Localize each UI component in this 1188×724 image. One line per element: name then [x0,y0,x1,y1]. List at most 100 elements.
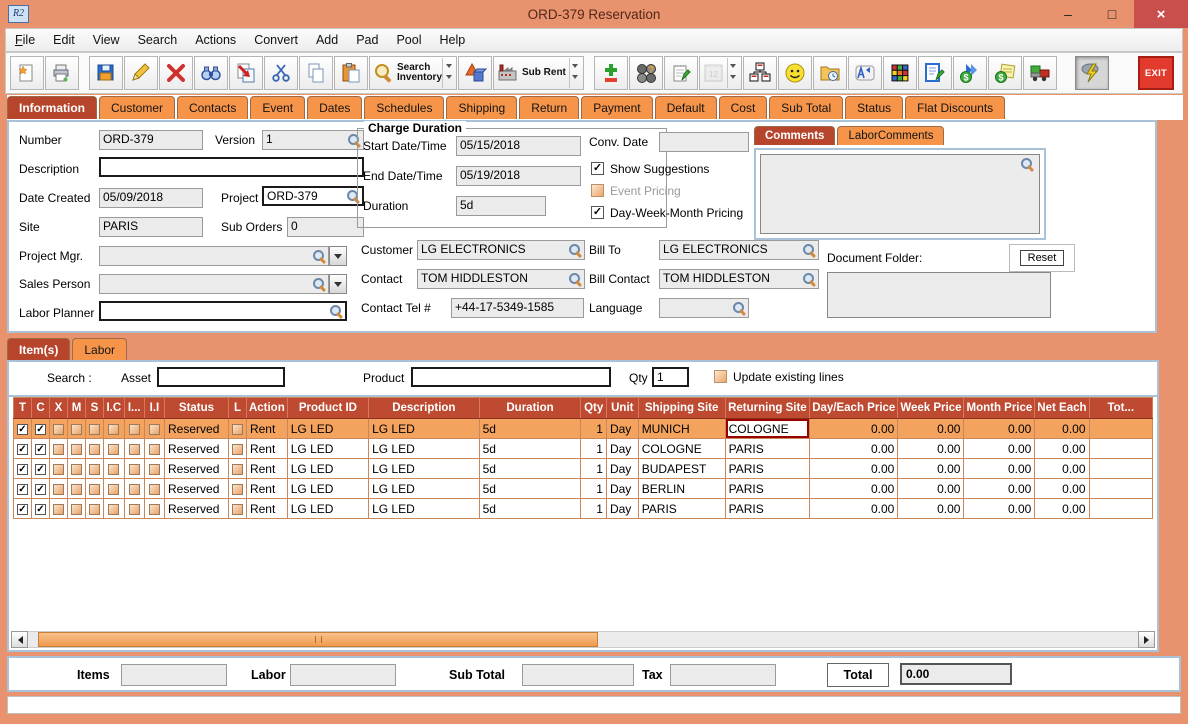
product-search-field[interactable] [411,367,611,387]
row-checkbox-x[interactable] [53,464,64,475]
cell-l[interactable] [228,479,246,499]
bill-to-search-icon[interactable] [802,243,816,257]
customer-field[interactable]: LG ELECTRONICS [417,240,585,260]
menu-item-add[interactable]: Add [307,33,347,47]
cell-status[interactable]: Reserved [165,439,229,459]
truck-button[interactable] [1023,56,1057,90]
cell-i2[interactable] [124,439,144,459]
sub-orders-field[interactable]: 0 [287,217,364,237]
sales-person-dropdown[interactable] [329,274,347,294]
column-header-qty[interactable]: Qty [581,398,607,419]
tab-status[interactable]: Status [845,96,903,119]
column-header-i[interactable]: I... [124,398,144,419]
menu-item-search[interactable]: Search [129,33,187,47]
tab-cost[interactable]: Cost [719,96,768,119]
cell-action[interactable]: Rent [246,499,287,519]
tab-comments[interactable]: Comments [754,126,835,145]
column-header-t[interactable]: T [14,398,32,419]
cell-unit[interactable]: Day [606,419,638,439]
row-checkbox-s[interactable] [89,504,100,515]
column-header-c[interactable]: C [32,398,50,419]
cell-net-each[interactable]: 0.00 [1035,499,1089,519]
column-header-week-price[interactable]: Week Price [898,398,964,419]
customer-search-icon[interactable] [568,243,582,257]
cell-qty[interactable]: 1 [581,419,607,439]
tab-laborcomments[interactable]: LaborComments [837,126,944,145]
cell-i2[interactable] [124,459,144,479]
pool-button[interactable]: ? [629,56,663,90]
document-folder-box[interactable] [827,272,1051,318]
search-inventory-button[interactable]: Search Inventory [369,56,457,90]
bill-to-field[interactable]: LG ELECTRONICS [659,240,819,260]
cell-returning-site[interactable]: PARIS [725,479,810,499]
cell-month-price[interactable]: 0.00 [964,499,1035,519]
cell-day-each-price[interactable]: 0.00 [810,419,898,439]
row-checkbox-m[interactable] [71,424,82,435]
row-checkbox-ic[interactable] [108,444,119,455]
cell-s[interactable] [86,479,104,499]
cell-l[interactable] [228,499,246,519]
cell-description[interactable]: LG LED [369,439,480,459]
cell-l[interactable] [228,459,246,479]
cell-product-id[interactable]: LG LED [287,499,368,519]
money-note-button[interactable]: $ [988,56,1022,90]
cell-m[interactable] [68,499,86,519]
scroll-left-button[interactable] [11,631,28,648]
column-header-shipping-site[interactable]: Shipping Site [638,398,725,419]
cell-shipping-site[interactable]: MUNICH [638,419,725,439]
cell-net-each[interactable]: 0.00 [1035,419,1089,439]
close-button[interactable]: × [1134,0,1188,28]
tab-dates[interactable]: Dates [307,96,362,119]
cell-product-id[interactable]: LG LED [287,479,368,499]
cell-s[interactable] [86,419,104,439]
column-header-description[interactable]: Description [369,398,480,419]
cell-x[interactable] [50,439,68,459]
tab-default[interactable]: Default [655,96,717,119]
description-field[interactable] [99,157,364,177]
cell-returning-site[interactable]: COLOGNE [725,419,810,439]
bill-contact-search-icon[interactable] [802,272,816,286]
cell-shipping-site[interactable]: BUDAPEST [638,459,725,479]
contact-search-icon[interactable] [568,272,582,286]
row-checkbox-m[interactable] [71,464,82,475]
column-header-l[interactable]: L [228,398,246,419]
project-mgr-field[interactable] [99,246,329,266]
cell-returning-site[interactable]: PARIS [725,459,810,479]
transfer-document-button[interactable] [229,56,263,90]
row-checkbox-ii[interactable] [149,504,160,515]
cell-product-id[interactable]: LG LED [287,439,368,459]
cell-tot[interactable] [1089,459,1152,479]
tab-return[interactable]: Return [519,96,579,119]
column-header-m[interactable]: M [68,398,86,419]
folder-history-button[interactable] [813,56,847,90]
utilization-button[interactable] [883,56,917,90]
row-checkbox-m[interactable] [71,484,82,495]
row-checkbox-c[interactable] [35,504,46,515]
cell-m[interactable] [68,459,86,479]
cell-qty[interactable]: 1 [581,439,607,459]
row-checkbox-i2[interactable] [129,464,140,475]
cell-ic[interactable] [104,499,125,519]
new-document-button[interactable] [10,56,44,90]
project-mgr-dropdown[interactable] [329,246,347,266]
cell-day-each-price[interactable]: 0.00 [810,459,898,479]
day-week-month-checkbox[interactable] [591,206,604,219]
row-checkbox-s[interactable] [89,424,100,435]
tab-information[interactable]: Information [7,96,97,119]
shapes-button[interactable] [458,56,492,90]
add-line-button[interactable] [594,56,628,90]
site-field[interactable]: PARIS [99,217,203,237]
edit-button[interactable] [124,56,158,90]
cell-shipping-site[interactable]: COLOGNE [638,439,725,459]
scrollbar-thumb[interactable] [38,632,598,647]
row-checkbox-x[interactable] [53,504,64,515]
duration-field[interactable]: 5d [456,196,546,216]
number-field[interactable]: ORD-379 [99,130,203,150]
row-checkbox-ic[interactable] [108,464,119,475]
cell-unit[interactable]: Day [606,479,638,499]
cell-tot[interactable] [1089,499,1152,519]
end-date-field[interactable]: 05/19/2018 [456,166,581,186]
cell-week-price[interactable]: 0.00 [898,499,964,519]
cell-i2[interactable] [124,479,144,499]
row-checkbox-c[interactable] [35,484,46,495]
